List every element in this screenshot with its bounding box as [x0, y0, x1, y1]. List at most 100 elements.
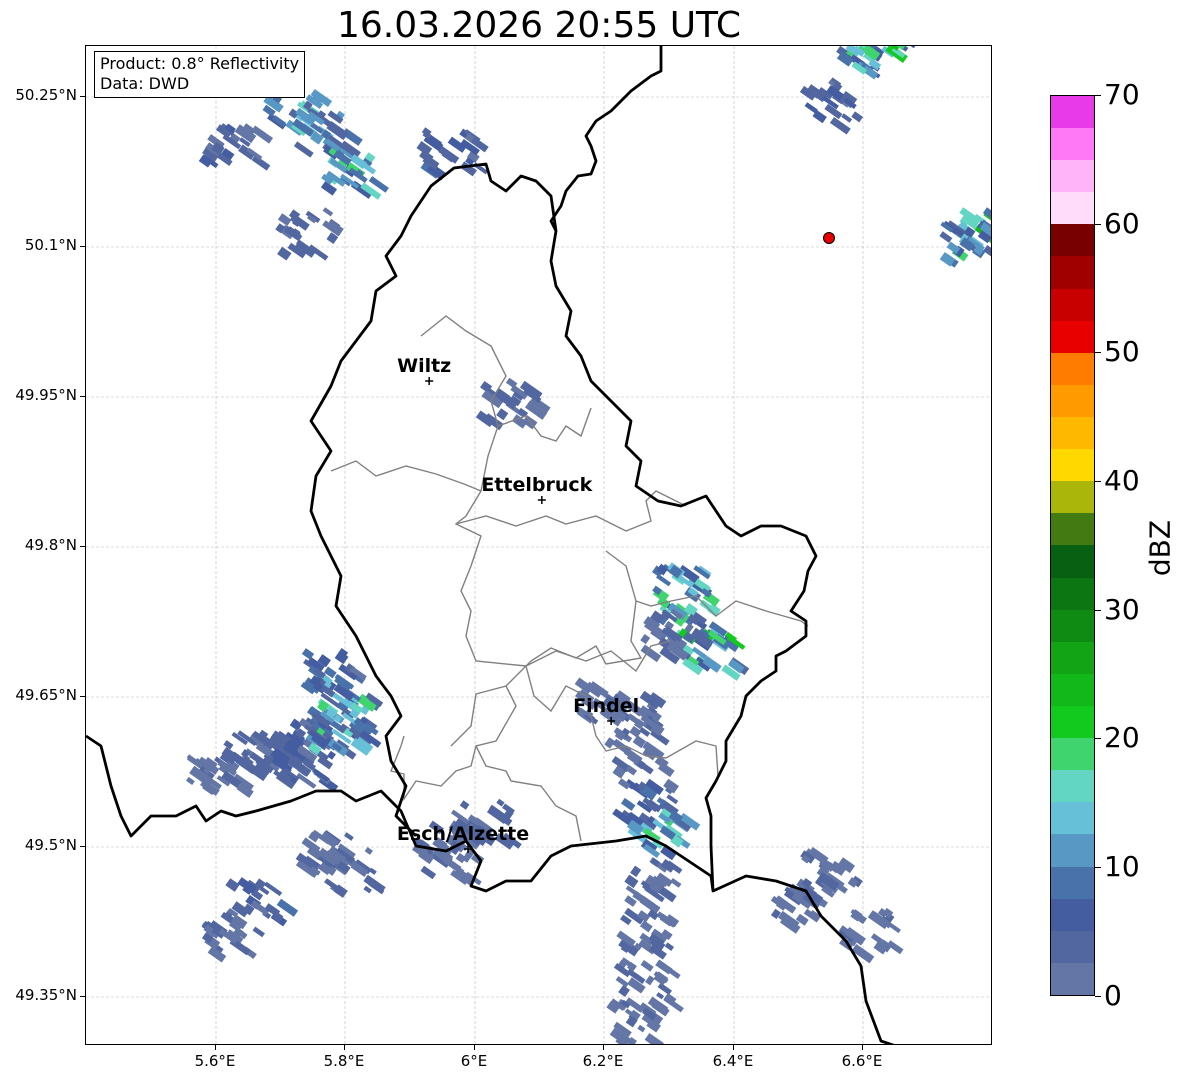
data-source-label: Data: DWD	[100, 74, 190, 93]
colorbar-segment	[1051, 866, 1094, 899]
colorbar-segment	[1051, 320, 1094, 353]
radar-echo-cell	[841, 113, 853, 123]
radar-echo-cell	[645, 975, 655, 986]
radar-echo-cell	[251, 125, 274, 144]
colorbar-segment	[1051, 481, 1094, 514]
lon-tick	[862, 1045, 863, 1050]
lon-tick	[474, 1045, 475, 1050]
lon-label: 5.6°E	[194, 1052, 236, 1070]
colorbar	[1050, 95, 1095, 996]
canton-borders	[330, 315, 809, 842]
colorbar-label: 60	[1104, 207, 1140, 240]
colorbar-label: 40	[1104, 464, 1140, 497]
radar-echo-cell	[252, 926, 265, 938]
city-label: Findel	[573, 695, 639, 717]
colorbar-segment	[1051, 802, 1094, 835]
lat-label: 49.35°N	[15, 986, 77, 1004]
colorbar-label: 20	[1104, 721, 1140, 754]
colorbar-tick	[1095, 481, 1101, 482]
radar-echo-cell	[326, 750, 336, 760]
radar-echo-cell	[851, 111, 864, 123]
city-markers: Wiltz Ettelbruck Findel Esch/Alzette	[397, 355, 639, 853]
radar-echo-cell	[620, 797, 636, 811]
city-marker[interactable]: Wiltz	[397, 355, 451, 385]
lon-label: 6.6°E	[841, 1052, 883, 1070]
city-marker[interactable]: Findel	[573, 695, 639, 725]
colorbar-tick	[1095, 224, 1101, 225]
colorbar-segment	[1051, 513, 1094, 546]
radar-echo-cell	[618, 985, 630, 997]
colorbar-tick	[1095, 996, 1101, 997]
colorbar-segment	[1051, 673, 1094, 707]
map-title: 16.03.2026 20:55 UTC	[336, 5, 742, 46]
gridlines	[86, 46, 991, 1044]
lon-label: 6.2°E	[582, 1052, 624, 1070]
colorbar-segment	[1051, 930, 1094, 963]
radar-echo-cell	[420, 865, 437, 880]
colorbar-segment	[1051, 288, 1094, 321]
radar-echo-cell	[496, 408, 509, 421]
radar-echo-cell	[630, 865, 642, 878]
lon-label: 6°E	[460, 1052, 488, 1070]
colorbar-segment	[1051, 352, 1094, 385]
lon-label: 6.4°E	[712, 1052, 754, 1070]
radar-echo-cell	[640, 960, 654, 972]
colorbar-segment	[1051, 738, 1094, 771]
radar-echo-cell	[664, 942, 675, 952]
radar-map[interactable]: Wiltz Ettelbruck Findel Esch/Alzette	[85, 45, 992, 1045]
colorbar-label: 10	[1104, 850, 1140, 883]
radar-echo-cell	[459, 800, 470, 810]
colorbar-label: 70	[1104, 78, 1140, 111]
lat-tick	[80, 396, 85, 397]
lat-label: 49.95°N	[15, 386, 77, 404]
lat-label: 50.1°N	[24, 236, 77, 254]
info-box: Product: 0.8° Reflectivity Data: DWD	[94, 51, 306, 98]
colorbar-segment	[1051, 641, 1094, 674]
colorbar-segment	[1051, 160, 1094, 193]
colorbar-segment	[1051, 577, 1094, 610]
lon-tick	[733, 1045, 734, 1050]
radar-echo-cell	[656, 992, 665, 1000]
colorbar-segment	[1051, 545, 1094, 578]
radar-echo-cell	[655, 959, 673, 975]
radar-echoes	[186, 46, 991, 1044]
colorbar-label: 0	[1104, 979, 1122, 1012]
colorbar-unit-label: dBZ	[1143, 519, 1177, 577]
map-canvas[interactable]: Wiltz Ettelbruck Findel Esch/Alzette	[86, 46, 992, 1045]
radar-echo-cell	[496, 798, 505, 807]
colorbar-segment	[1051, 449, 1094, 482]
colorbar-segment	[1051, 417, 1094, 450]
radar-echo-cell	[615, 976, 629, 988]
lat-label: 49.65°N	[15, 686, 77, 704]
radar-echo-cell	[344, 832, 354, 841]
radar-site-marker[interactable]	[823, 232, 835, 244]
radar-echo-cell	[655, 574, 672, 587]
lon-tick	[603, 1045, 604, 1050]
radar-echo-cell	[364, 846, 373, 855]
colorbar-segment	[1051, 192, 1094, 225]
colorbar-segment	[1051, 706, 1094, 739]
radar-echo-cell	[637, 1024, 646, 1033]
colorbar-segment	[1051, 962, 1094, 995]
colorbar-label: 30	[1104, 593, 1140, 626]
city-label: Esch/Alzette	[397, 823, 529, 845]
colorbar-segment	[1051, 128, 1094, 161]
radar-echo-cell	[322, 207, 334, 217]
lat-tick	[80, 546, 85, 547]
national-borders	[86, 46, 895, 1044]
colorbar-segment	[1051, 609, 1094, 642]
colorbar-segment	[1051, 898, 1094, 931]
colorbar-label: 50	[1104, 335, 1140, 368]
colorbar-segment	[1051, 384, 1094, 418]
radar-echo-cell	[186, 776, 195, 786]
colorbar-tick	[1095, 738, 1101, 739]
colorbar-segment	[1051, 224, 1094, 257]
lon-label: 5.8°E	[323, 1052, 365, 1070]
city-marker[interactable]: Ettelbruck	[481, 474, 593, 504]
lat-tick	[80, 696, 85, 697]
lat-label: 50.25°N	[15, 86, 77, 104]
colorbar-tick	[1095, 867, 1101, 868]
lat-label: 49.5°N	[24, 836, 77, 854]
colorbar-segment	[1051, 256, 1094, 289]
lat-label: 49.8°N	[24, 536, 77, 554]
